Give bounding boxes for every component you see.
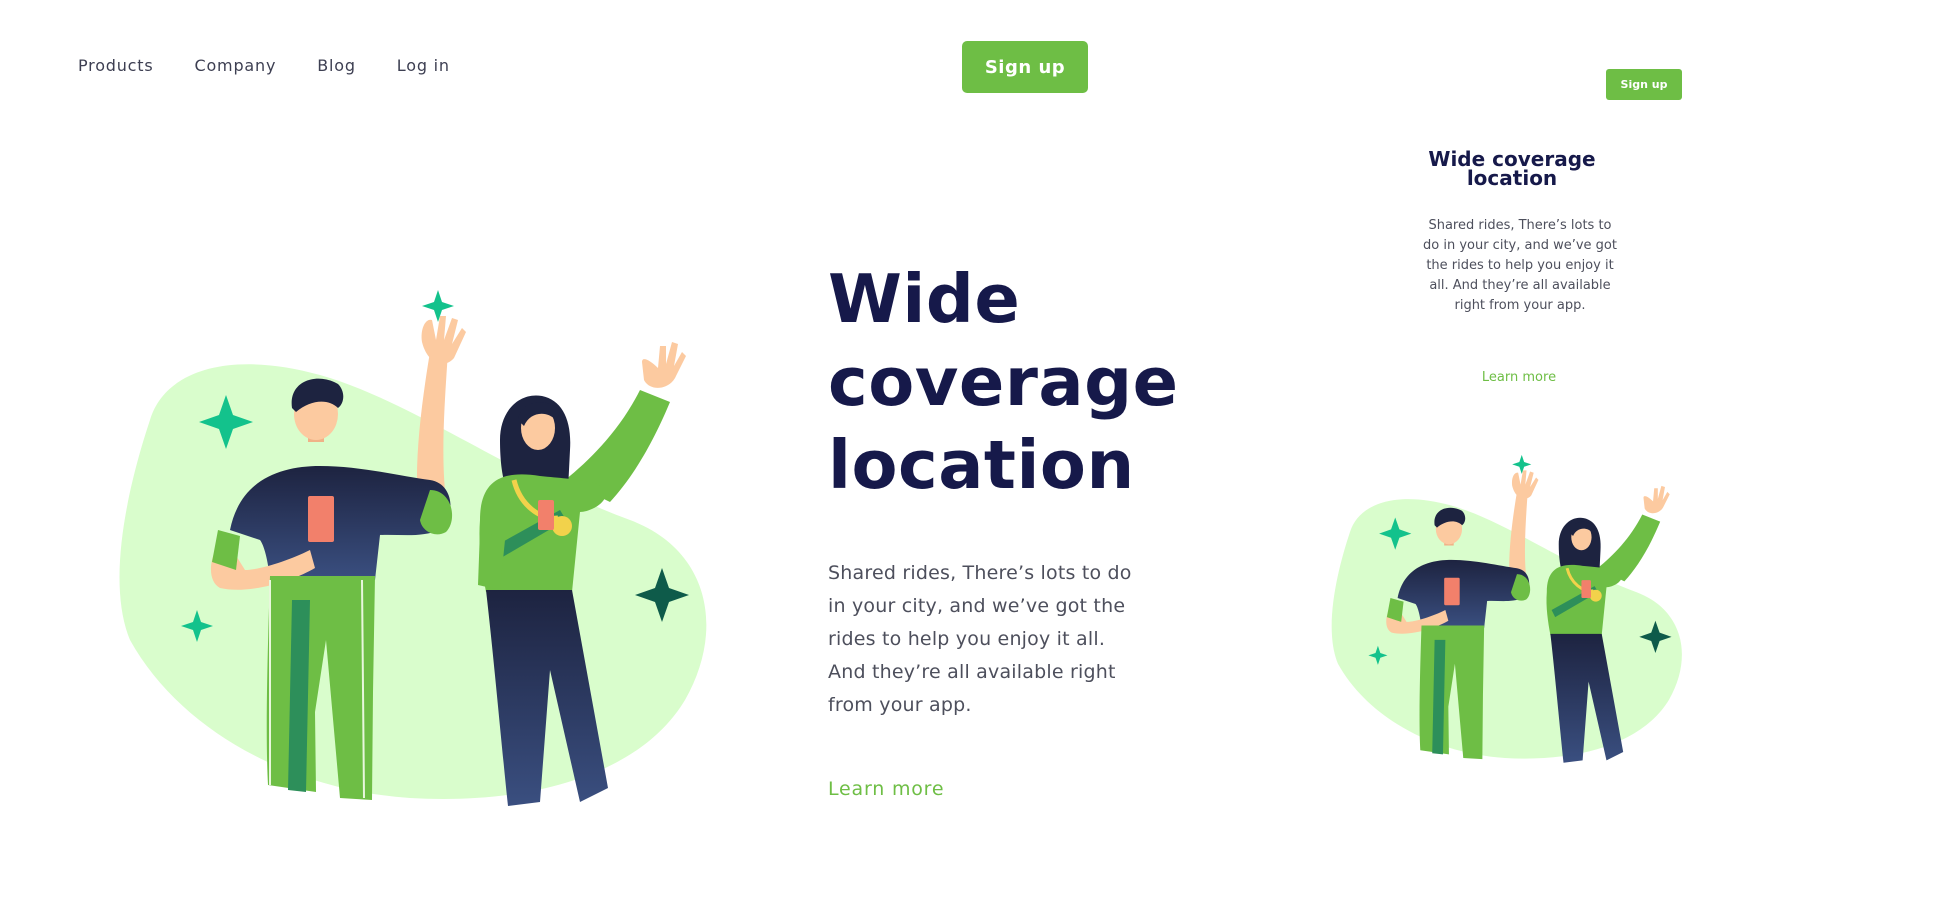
nav-item-blog[interactable]: Blog xyxy=(317,56,356,75)
hero-description: Shared rides, There’s lots to do in your… xyxy=(828,562,1132,716)
nav-item-company[interactable]: Company xyxy=(195,56,277,75)
mobile-hero-description: Shared rides, There’s lots to do in your… xyxy=(1423,218,1617,313)
mobile-hero-illustration xyxy=(1331,454,1682,763)
mobile-signup-button[interactable]: Sign up xyxy=(1606,69,1682,100)
sparkle-icon xyxy=(422,290,454,322)
learn-more-link[interactable]: Learn more xyxy=(828,778,944,800)
mobile-hero-title: Wide coverage location xyxy=(1428,147,1596,190)
nav-item-products[interactable]: Products xyxy=(78,56,154,75)
sparkle-icon xyxy=(1512,454,1532,474)
nav-item-login[interactable]: Log in xyxy=(397,56,450,75)
hero-title: Wide coverage location xyxy=(828,260,1179,504)
mobile-learn-more-link[interactable]: Learn more xyxy=(1478,370,1560,385)
signup-button[interactable]: Sign up xyxy=(962,41,1088,93)
hero-illustration xyxy=(119,290,707,806)
main-nav: Products Company Blog Log in xyxy=(78,56,450,75)
